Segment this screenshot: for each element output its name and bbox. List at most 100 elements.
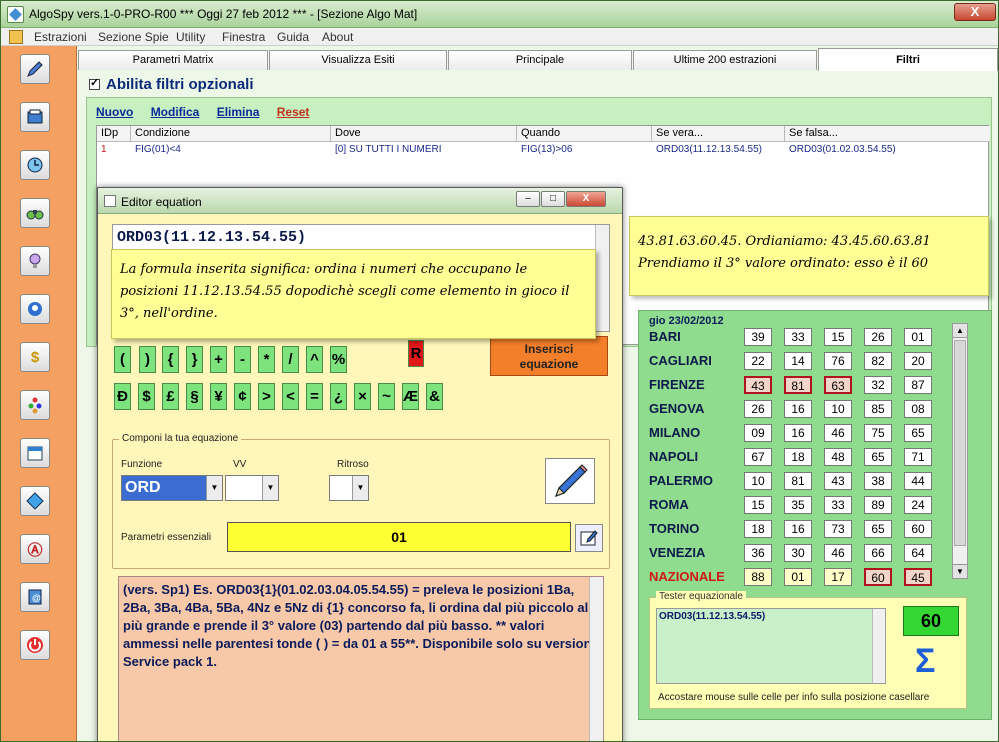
drawn-number[interactable]: 17: [824, 568, 852, 586]
symbol-button[interactable]: ^: [306, 346, 323, 373]
symbol-button[interactable]: §: [186, 383, 203, 410]
drawn-number[interactable]: 16: [784, 400, 812, 418]
symbol-button[interactable]: ¿: [330, 383, 347, 410]
drawn-number[interactable]: 26: [864, 328, 892, 346]
drawn-number[interactable]: 65: [864, 520, 892, 538]
column-header[interactable]: IDp: [97, 126, 131, 142]
drawn-number[interactable]: 08: [904, 400, 932, 418]
tab-ultime-200[interactable]: Ultime 200 estrazioni: [633, 50, 817, 70]
description-scrollbar[interactable]: [589, 577, 603, 741]
drawn-number[interactable]: 30: [784, 544, 812, 562]
table-row[interactable]: 1 FIG(01)<4 [0] SU TUTTI I NUMERI FIG(13…: [97, 144, 990, 158]
symbol-button[interactable]: $: [138, 383, 155, 410]
drawn-number[interactable]: 26: [744, 400, 772, 418]
function-select[interactable]: ORD ▼: [121, 475, 223, 501]
drawn-number[interactable]: 10: [744, 472, 772, 490]
drawn-number[interactable]: 87: [904, 376, 932, 394]
mdi-child-icon[interactable]: [9, 30, 23, 44]
symbol-button[interactable]: -: [234, 346, 251, 373]
symbol-button[interactable]: /: [282, 346, 299, 373]
menu-finestra[interactable]: Finestra: [222, 30, 265, 44]
minimize-icon[interactable]: –: [516, 191, 540, 207]
sigma-icon[interactable]: Σ: [915, 644, 935, 678]
drawn-number[interactable]: 82: [864, 352, 892, 370]
symbol-button[interactable]: =: [306, 383, 323, 410]
symbol-button[interactable]: ¥: [210, 383, 227, 410]
symbol-button[interactable]: ¢: [234, 383, 251, 410]
vv-select[interactable]: ▼: [225, 475, 279, 501]
menu-guida[interactable]: Guida: [277, 30, 309, 44]
drawn-number[interactable]: 89: [864, 496, 892, 514]
params-field[interactable]: 01: [227, 522, 571, 552]
drawn-number[interactable]: 20: [904, 352, 932, 370]
diamond-icon[interactable]: [20, 486, 50, 516]
drawn-number[interactable]: 81: [784, 376, 812, 394]
notebook-icon[interactable]: [20, 102, 50, 132]
menu-about[interactable]: About: [322, 30, 353, 44]
symbol-button[interactable]: Æ: [402, 383, 419, 410]
drawn-number[interactable]: 35: [784, 496, 812, 514]
drawn-number[interactable]: 15: [824, 328, 852, 346]
symbol-button[interactable]: +: [210, 346, 227, 373]
drawn-number[interactable]: 14: [784, 352, 812, 370]
symbol-button[interactable]: %: [330, 346, 347, 373]
dollar-icon[interactable]: $: [20, 342, 50, 372]
column-header[interactable]: Se falsa...: [785, 126, 990, 142]
column-header[interactable]: Condizione: [131, 126, 331, 142]
drawn-number[interactable]: 67: [744, 448, 772, 466]
insert-equation-button[interactable]: Inserisci equazione: [490, 336, 608, 376]
edit-pencil-button[interactable]: [545, 458, 595, 504]
drawn-number[interactable]: 45: [904, 568, 932, 586]
lottery-icon[interactable]: [20, 294, 50, 324]
menu-sezione-spie[interactable]: Sezione Spie: [98, 30, 169, 44]
drawn-number[interactable]: 36: [744, 544, 772, 562]
tester-scrollbar[interactable]: [872, 609, 885, 683]
symbol-button[interactable]: &: [426, 383, 443, 410]
chevron-down-icon[interactable]: ▼: [262, 476, 278, 500]
address-book-icon[interactable]: @: [20, 582, 50, 612]
drawn-number[interactable]: 46: [824, 424, 852, 442]
drawn-number[interactable]: 71: [904, 448, 932, 466]
delete-filter-link[interactable]: Elimina: [217, 105, 260, 119]
drawn-number[interactable]: 16: [784, 520, 812, 538]
params-edit-icon[interactable]: [575, 524, 603, 552]
editor-title-bar[interactable]: Editor equation – □ X: [98, 188, 622, 214]
lightbulb-icon[interactable]: [20, 246, 50, 276]
drawn-number[interactable]: 38: [864, 472, 892, 490]
drawn-number[interactable]: 01: [904, 328, 932, 346]
title-bar[interactable]: AlgoSpy vers.1-0-PRO-R00 *** Oggi 27 feb…: [1, 1, 998, 28]
drawn-number[interactable]: 18: [744, 520, 772, 538]
drawn-number[interactable]: 60: [864, 568, 892, 586]
tester-input[interactable]: ORD03(11.12.13.54.55): [656, 608, 886, 684]
drawn-number[interactable]: 85: [864, 400, 892, 418]
drawn-number[interactable]: 76: [824, 352, 852, 370]
symbol-button[interactable]: >: [258, 383, 275, 410]
power-icon[interactable]: [20, 630, 50, 660]
scroll-thumb[interactable]: [954, 340, 966, 546]
column-header[interactable]: Quando: [517, 126, 652, 142]
clock-icon[interactable]: [20, 150, 50, 180]
drawn-number[interactable]: 73: [824, 520, 852, 538]
drawn-number[interactable]: 09: [744, 424, 772, 442]
drawn-number[interactable]: 48: [824, 448, 852, 466]
drawn-number[interactable]: 88: [744, 568, 772, 586]
pencil-icon[interactable]: [20, 54, 50, 84]
editor-close-icon[interactable]: X: [566, 191, 606, 207]
tab-filtri[interactable]: Filtri: [818, 48, 998, 71]
enable-filters-checkbox[interactable]: Abilita filtri opzionali: [89, 76, 254, 93]
binoculars-icon[interactable]: [20, 198, 50, 228]
new-filter-link[interactable]: Nuovo: [96, 105, 133, 119]
pyramid-icon[interactable]: [20, 390, 50, 420]
drawn-number[interactable]: 01: [784, 568, 812, 586]
drawn-number[interactable]: 10: [824, 400, 852, 418]
tab-visualizza-esiti[interactable]: Visualizza Esiti: [269, 50, 447, 70]
symbol-button[interactable]: £: [162, 383, 179, 410]
drawn-number[interactable]: 75: [864, 424, 892, 442]
menu-utility[interactable]: Utility: [176, 30, 205, 44]
column-header[interactable]: Se vera...: [652, 126, 785, 142]
drawn-number[interactable]: 15: [744, 496, 772, 514]
tab-parametri-matrix[interactable]: Parametri Matrix: [78, 50, 268, 70]
column-header[interactable]: Dove: [331, 126, 517, 142]
drawn-number[interactable]: 18: [784, 448, 812, 466]
drawn-number[interactable]: 22: [744, 352, 772, 370]
